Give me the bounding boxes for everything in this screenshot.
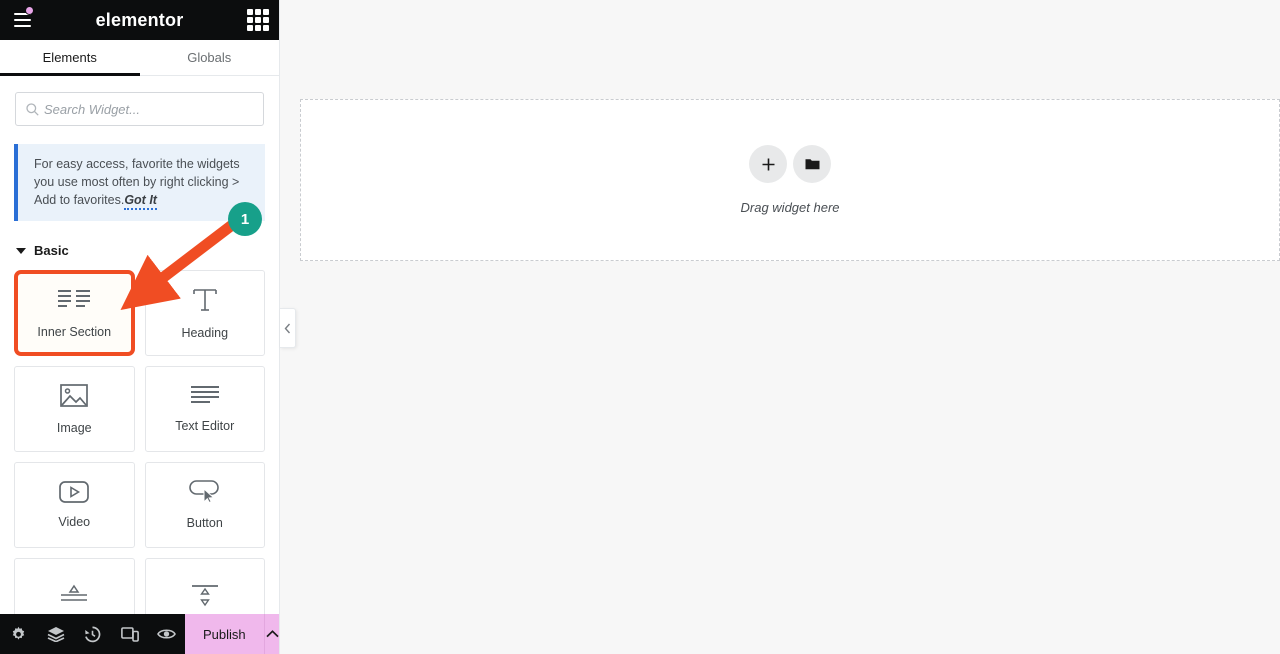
chevron-left-icon — [284, 323, 291, 333]
publish-options-button[interactable] — [263, 614, 279, 654]
widget-button[interactable]: Button — [144, 462, 265, 549]
apps-grid-cell — [247, 25, 253, 31]
settings-gear-icon — [12, 626, 25, 640]
video-play-icon — [59, 481, 90, 504]
got-it-link[interactable]: Got It — [124, 193, 157, 211]
publish-button[interactable]: Publish — [185, 614, 264, 654]
elementor-editor: Drag widget here elementor Elements Glob… — [0, 0, 1280, 654]
preview-eye-icon — [157, 629, 176, 639]
preview-button[interactable] — [148, 614, 185, 654]
widget-grid: Inner Section Heading Image Text Editor … — [14, 270, 265, 645]
text-editor-icon — [190, 386, 219, 404]
search-container — [0, 76, 279, 126]
widget-label: Button — [186, 516, 223, 531]
apps-grid-cell — [255, 17, 261, 23]
annotation-badge-number: 1 — [240, 210, 250, 228]
widget-panel: elementor Elements Globals Search Widget… — [0, 0, 280, 654]
hamburger-menu-icon — [13, 19, 31, 21]
widget-inner-section[interactable]: Inner Section — [14, 270, 135, 357]
layers-navigator-icon — [47, 627, 64, 642]
widget-heading[interactable]: Heading — [144, 270, 265, 357]
section-title: Basic — [34, 243, 69, 259]
tab-elements-label: Elements — [42, 50, 97, 65]
drop-zone[interactable]: Drag widget here — [300, 99, 1280, 261]
search-icon — [26, 102, 39, 116]
widget-text-editor[interactable]: Text Editor — [144, 366, 265, 453]
tab-globals-label: Globals — [187, 50, 232, 65]
spacer-icon — [191, 585, 218, 607]
widget-video[interactable]: Video — [14, 462, 135, 549]
hamburger-menu-icon — [13, 25, 31, 27]
widget-label: Heading — [181, 326, 229, 341]
apps-grid-cell — [263, 25, 269, 31]
apps-grid-cell — [255, 9, 261, 15]
panel-bottom-bar: Publish — [0, 614, 279, 654]
image-icon — [60, 384, 89, 408]
publish-label: Publish — [203, 626, 246, 642]
panel-tabs: Elements Globals — [0, 40, 279, 76]
hamburger-menu-button[interactable] — [0, 0, 44, 40]
tab-elements[interactable]: Elements — [0, 40, 140, 76]
widget-label: Video — [58, 515, 91, 530]
tab-globals[interactable]: Globals — [139, 40, 279, 75]
search-input[interactable] — [44, 101, 263, 117]
favorites-tip-notice: For easy access, favorite the widgets yo… — [14, 144, 265, 222]
responsive-mode-button[interactable] — [111, 614, 148, 654]
widget-label: Image — [56, 421, 92, 436]
caret-down-icon — [16, 247, 26, 254]
widget-image[interactable]: Image — [14, 366, 135, 453]
divider-icon — [61, 585, 88, 602]
heading-t-icon — [192, 289, 217, 312]
chevron-up-icon — [266, 630, 279, 638]
plus-icon — [762, 158, 774, 170]
navigator-button[interactable] — [37, 614, 74, 654]
annotation-badge-1: 1 — [228, 202, 262, 236]
apps-grid-cell — [247, 9, 253, 15]
apps-grid-cell — [255, 25, 261, 31]
history-button[interactable] — [74, 614, 111, 654]
editor-canvas[interactable]: Drag widget here — [280, 0, 1280, 654]
drop-zone-buttons — [749, 145, 831, 183]
add-new-section-button[interactable] — [749, 145, 787, 183]
panel-collapse-button[interactable] — [280, 308, 296, 348]
apps-grid-cell — [263, 17, 269, 23]
folder-icon — [805, 159, 819, 170]
section-header-basic[interactable]: Basic — [16, 243, 279, 258]
panel-header: elementor — [0, 0, 279, 40]
apps-grid-cell — [263, 9, 269, 15]
notification-dot — [25, 6, 34, 15]
settings-button[interactable] — [0, 614, 37, 654]
add-template-button[interactable] — [793, 145, 831, 183]
search-box[interactable] — [15, 92, 264, 126]
widget-label: Text Editor — [175, 419, 235, 434]
widget-label: Inner Section — [37, 325, 112, 340]
inner-section-icon — [58, 290, 91, 308]
apps-grid-cell — [247, 17, 253, 23]
drop-zone-label: Drag widget here — [740, 200, 840, 215]
bottom-bar-icons — [0, 614, 185, 654]
apps-grid-icon[interactable] — [247, 9, 269, 31]
history-clock-icon — [85, 626, 101, 642]
button-cursor-icon — [188, 480, 219, 504]
responsive-devices-icon — [120, 626, 139, 642]
